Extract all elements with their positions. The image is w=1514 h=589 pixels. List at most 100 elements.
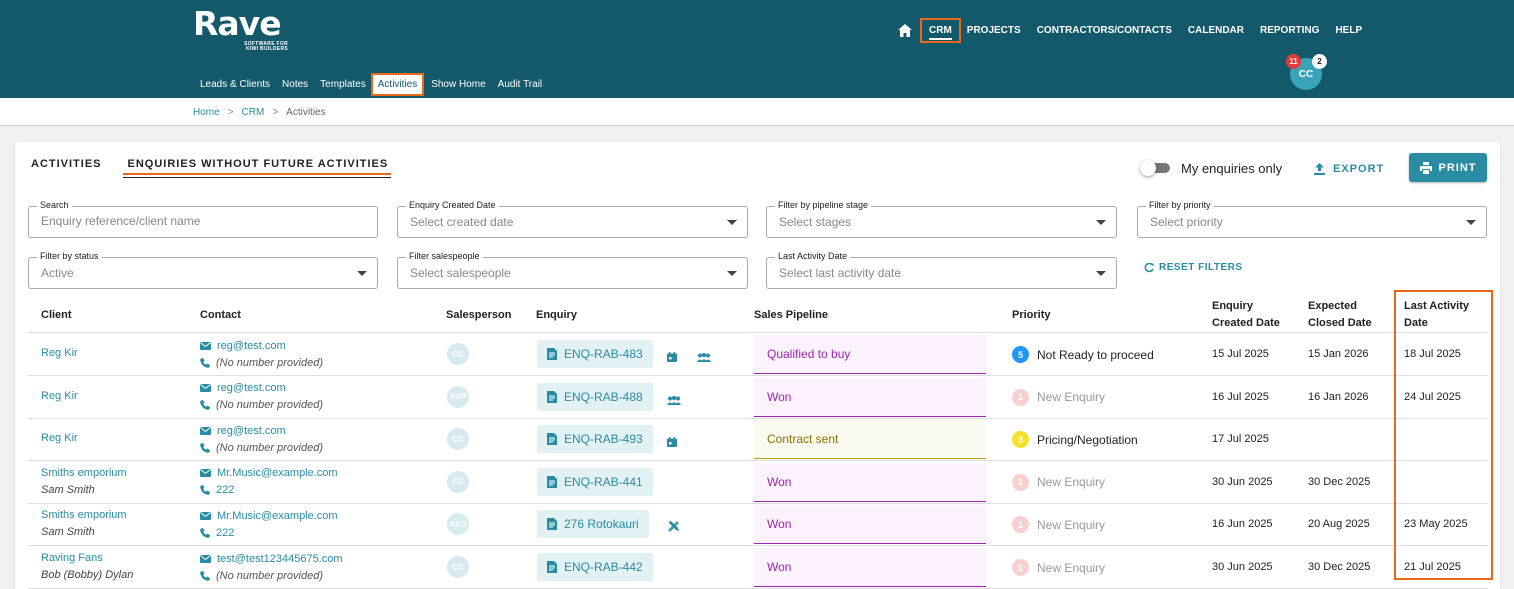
header-created-line-1: Enquiry <box>1212 300 1253 312</box>
logo-tagline-2: KIWI BUILDERS <box>246 46 288 52</box>
client-link[interactable]: Reg Kir <box>41 347 78 359</box>
nav-reporting[interactable]: REPORTING <box>1260 25 1319 36</box>
last-activity-placeholder: Select last activity date <box>779 266 902 280</box>
nav-contractors-contacts[interactable]: CONTRACTORS/CONTACTS <box>1037 25 1172 36</box>
contact-email[interactable]: Mr.Music@example.com <box>217 467 338 479</box>
status-select[interactable]: Filter by status Active <box>28 251 378 289</box>
nav-crm[interactable]: CRM <box>920 17 961 43</box>
pipeline-stage[interactable]: Contract sent <box>754 420 986 460</box>
pipeline-stage[interactable]: Won <box>754 377 986 417</box>
client-contact-name: Sam Smith <box>41 483 95 496</box>
header-enquiry-created-date[interactable]: Enquiry Created Date <box>1212 298 1280 332</box>
export-button[interactable]: EXPORT <box>1314 158 1384 180</box>
priority-placeholder: Select priority <box>1150 215 1223 229</box>
contact-email[interactable]: reg@test.com <box>217 425 286 437</box>
salespeople-select[interactable]: Filter salespeople Select salespeople <box>397 251 748 289</box>
phone-icon <box>200 357 210 368</box>
people-icon[interactable] <box>697 349 711 367</box>
subnav-templates[interactable]: Templates <box>320 79 366 90</box>
search-field[interactable]: Search <box>28 200 378 238</box>
status-value: Active <box>41 266 74 280</box>
tab-enquiries-without-future-activities[interactable]: ENQUIRIES WITHOUT FUTURE ACTIVITIES <box>122 158 391 178</box>
pipeline-stage-select[interactable]: Filter by pipeline stage Select stages <box>766 200 1117 238</box>
priority-number-badge: 1 <box>1012 473 1029 491</box>
header-sales-pipeline[interactable]: Sales Pipeline <box>754 307 828 324</box>
client-link[interactable]: Reg Kir <box>41 432 78 444</box>
enquiry-link[interactable]: ENQ-RAB-442 <box>537 553 653 581</box>
breadcrumb-crm[interactable]: CRM <box>242 107 265 118</box>
header-expected-closed-date[interactable]: Expected Closed Date <box>1308 298 1372 332</box>
search-input[interactable] <box>41 214 361 228</box>
header-priority[interactable]: Priority <box>1012 307 1051 324</box>
breadcrumb-home[interactable]: Home <box>193 107 220 118</box>
rave-logo[interactable]: Rave SOFTWARE FOR KIWI BUILDERS <box>193 6 288 52</box>
subnav-notes[interactable]: Notes <box>282 79 308 90</box>
email-icon <box>200 426 211 435</box>
subnav-audit-trail[interactable]: Audit Trail <box>498 79 542 90</box>
contact-phone[interactable]: 222 <box>216 527 234 539</box>
enquiry-link[interactable]: ENQ-RAB-488 <box>537 382 653 411</box>
pipeline-stage[interactable]: Won <box>754 548 986 587</box>
contact-email[interactable]: reg@test.com <box>217 340 286 352</box>
client-contact-name: Bob (Bobby) Dylan <box>41 569 134 581</box>
enquiry-reference: ENQ-RAB-483 <box>564 347 643 361</box>
header-enquiry[interactable]: Enquiry <box>536 307 577 324</box>
print-button[interactable]: PRINT <box>1409 153 1487 182</box>
subnav-activities[interactable]: Activities <box>370 73 425 96</box>
contact-phone[interactable]: 222 <box>216 484 234 496</box>
export-label: EXPORT <box>1333 163 1385 175</box>
contact-phone: (No number provided) <box>216 356 323 369</box>
home-icon[interactable] <box>896 21 914 39</box>
priority-select[interactable]: Filter by priority Select priority <box>1137 200 1487 238</box>
table-row[interactable]: Reg Kir reg@test.com (No number provided… <box>28 376 1488 419</box>
pipeline-stage[interactable]: Won <box>754 505 986 545</box>
tools-icon[interactable] <box>668 519 679 537</box>
table-row[interactable]: Raving Fans Bob (Bobby) Dylan test@test1… <box>28 546 1488 589</box>
priority-indicator: 3 Pricing/Negotiation <box>1012 431 1138 449</box>
subnav-show-home[interactable]: Show Home <box>431 79 485 90</box>
contact-email[interactable]: test@test123445675.com <box>217 553 343 565</box>
created-date-select[interactable]: Enquiry Created Date Select created date <box>397 200 748 238</box>
enquiry-link[interactable]: ENQ-RAB-441 <box>537 467 653 496</box>
calendar-icon[interactable] <box>667 434 677 452</box>
table-row[interactable]: Reg Kir reg@test.com (No number provided… <box>28 418 1488 462</box>
contact-email[interactable]: reg@test.com <box>217 382 286 394</box>
table-row[interactable]: Smiths emporium Sam Smith Mr.Music@examp… <box>28 503 1488 547</box>
notification-badge: 11 <box>1286 54 1301 69</box>
client-link[interactable]: Smiths emporium <box>41 507 127 524</box>
client-link[interactable]: Reg Kir <box>41 390 78 402</box>
enquiry-link[interactable]: ENQ-RAB-493 <box>537 425 653 454</box>
enquiry-link[interactable]: ENQ-RAB-483 <box>537 340 653 368</box>
calendar-icon[interactable] <box>667 349 677 367</box>
nav-help[interactable]: HELP <box>1335 25 1362 36</box>
nav-projects[interactable]: PROJECTS <box>967 25 1021 36</box>
priority-number-badge: 1 <box>1012 388 1029 406</box>
table-row[interactable]: Smiths emporium Sam Smith Mr.Music@examp… <box>28 461 1488 504</box>
client-link[interactable]: Smiths emporium <box>41 465 127 482</box>
document-icon <box>547 390 557 403</box>
client-link[interactable]: Raving Fans <box>41 550 133 567</box>
user-menu[interactable]: CC 11 2 <box>1286 54 1327 90</box>
main-card: ACTIVITIES ENQUIRIES WITHOUT FUTURE ACTI… <box>15 142 1500 589</box>
enquiry-created-date: 16 Jun 2025 <box>1212 518 1273 531</box>
pipeline-stage-placeholder: Select stages <box>779 215 852 229</box>
table-row[interactable]: Reg Kir reg@test.com (No number provided… <box>28 333 1488 376</box>
people-icon[interactable] <box>667 392 681 410</box>
subnav-leads-clients[interactable]: Leads & Clients <box>200 79 270 90</box>
header-salesperson[interactable]: Salesperson <box>446 307 511 324</box>
my-enquiries-toggle[interactable] <box>1140 160 1172 176</box>
pipeline-stage[interactable]: Won <box>754 462 986 502</box>
enquiry-created-date: 16 Jul 2025 <box>1212 390 1269 403</box>
last-activity-select[interactable]: Last Activity Date Select last activity … <box>766 251 1117 289</box>
nav-calendar[interactable]: CALENDAR <box>1188 25 1244 36</box>
header-contact[interactable]: Contact <box>200 307 241 324</box>
reset-filters-button[interactable]: RESET FILTERS <box>1144 262 1243 273</box>
header-client[interactable]: Client <box>41 307 72 324</box>
printer-icon <box>1419 161 1432 174</box>
enquiry-link[interactable]: 276 Rotokauri <box>537 510 649 539</box>
tab-activities[interactable]: ACTIVITIES <box>31 158 102 170</box>
email-icon <box>200 341 211 350</box>
pipeline-stage[interactable]: Qualified to buy <box>754 335 986 374</box>
contact-email[interactable]: Mr.Music@example.com <box>217 510 338 522</box>
logo-wordmark: Rave <box>193 4 282 43</box>
